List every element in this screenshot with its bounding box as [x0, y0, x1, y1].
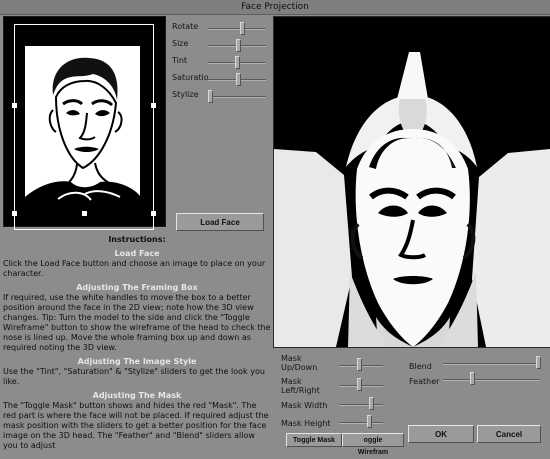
- face-image-preview[interactable]: [3, 16, 166, 230]
- mask-width-track[interactable]: [339, 404, 383, 406]
- mask-left-right-thumb[interactable]: [357, 378, 362, 391]
- section-text: Use the "Tint", "Saturation" & "Stylize"…: [3, 367, 265, 386]
- mask-width-thumb[interactable]: [369, 397, 374, 410]
- feather-label: Feather: [409, 377, 440, 386]
- mask-left-right-label: Mask Left/Right: [281, 377, 320, 395]
- slider-thumb[interactable]: [236, 73, 241, 86]
- window-title: Face Projection: [241, 2, 309, 12]
- mask-height-thumb[interactable]: [367, 415, 372, 428]
- saturation-label: Saturatio: [172, 73, 208, 82]
- framing-box[interactable]: [14, 24, 154, 230]
- slider-thumb[interactable]: [208, 90, 213, 103]
- ok-button[interactable]: OK: [408, 425, 474, 443]
- blend-thumb[interactable]: [536, 356, 541, 369]
- mask-height-track[interactable]: [339, 422, 383, 424]
- mask-up-down-thumb[interactable]: [357, 358, 362, 371]
- mask-width-label: Mask Width: [281, 401, 328, 410]
- stylize-label: Stylize: [172, 90, 199, 99]
- section-title: Adjusting The Mask: [92, 391, 182, 400]
- feather-track[interactable]: [443, 379, 540, 381]
- framing-box-handle-bottom-right[interactable]: [151, 211, 156, 216]
- slider-track[interactable]: [208, 28, 266, 30]
- 3d-head-render: [274, 17, 550, 347]
- section-title: Adjusting The Image Style: [77, 357, 197, 366]
- window-title-bar: Face Projection: [0, 0, 550, 15]
- section-text: Click the Load Face button and choose an…: [3, 259, 266, 278]
- mask-up-down-label: Mask Up/Down: [281, 354, 318, 372]
- rotate-label: Rotate: [172, 22, 199, 31]
- instructions-panel: Instructions: Load Face Click the Load F…: [3, 235, 271, 451]
- size-label: Size: [172, 39, 189, 48]
- slider-track[interactable]: [208, 96, 266, 98]
- slider-thumb[interactable]: [235, 56, 240, 69]
- instructions-heading: Instructions:: [108, 235, 166, 244]
- 3d-preview-viewport[interactable]: [273, 16, 550, 348]
- framing-box-handle-bottom-center[interactable]: [82, 211, 87, 216]
- tint-label: Tint: [172, 56, 188, 65]
- load-face-button[interactable]: Load Face: [176, 213, 264, 231]
- feather-thumb[interactable]: [470, 372, 475, 385]
- slider-thumb[interactable]: [236, 39, 241, 52]
- section-title: Load Face: [114, 249, 160, 258]
- cancel-button[interactable]: Cancel: [477, 425, 541, 443]
- mask-height-label: Mask Height: [281, 419, 331, 428]
- toggle-wireframe-button[interactable]: oggle Wirefram: [342, 433, 404, 456]
- framing-box-handle-left[interactable]: [12, 103, 17, 108]
- section-text: If required, use the white handles to mo…: [3, 293, 271, 352]
- blend-label: Blend: [409, 362, 432, 371]
- framing-box-handle-bottom-left[interactable]: [12, 211, 17, 216]
- section-title: Adjusting The Framing Box: [76, 283, 198, 292]
- slider-thumb[interactable]: [240, 22, 245, 35]
- toggle-mask-button[interactable]: Toggle Mask: [286, 433, 342, 447]
- blend-track[interactable]: [443, 363, 540, 365]
- section-text: The "Toggle Mask" button shows and hides…: [3, 401, 269, 450]
- framing-box-handle-right[interactable]: [151, 103, 156, 108]
